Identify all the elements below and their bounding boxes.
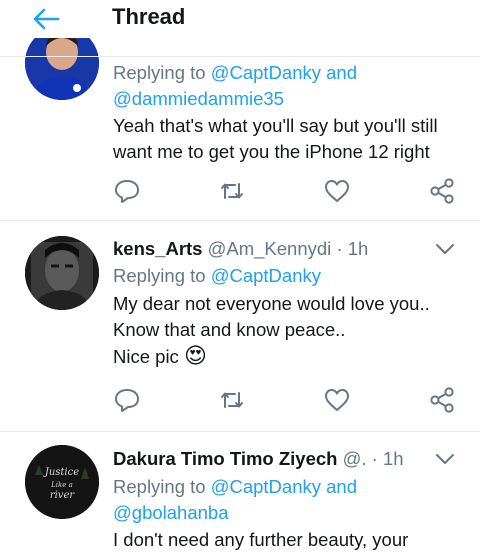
- top-bar: Thread: [0, 0, 480, 38]
- user-handle[interactable]: @.: [343, 448, 367, 469]
- mention-link[interactable]: @gbolahanba: [113, 500, 229, 526]
- action-bar: [0, 176, 480, 206]
- avatar-caption: river: [50, 490, 76, 501]
- timestamp[interactable]: 1h: [383, 448, 404, 469]
- page-title: Thread: [112, 4, 186, 29]
- back-arrow-icon[interactable]: [30, 6, 62, 32]
- avatar[interactable]: [25, 236, 99, 310]
- display-name[interactable]: kens_Arts: [113, 238, 202, 259]
- share-icon[interactable]: [427, 176, 457, 206]
- action-bar: [0, 385, 480, 415]
- tweet-text: Know that and know peace..: [113, 319, 346, 340]
- tweet-text: I don't need any further beauty, your: [113, 529, 409, 550]
- like-icon[interactable]: [322, 385, 352, 415]
- mention-link[interactable]: @CaptDanky: [211, 265, 321, 286]
- mention-link[interactable]: @CaptDanky and: [211, 476, 357, 497]
- tweet-text: want me to get you the iPhone 12 right: [113, 141, 430, 162]
- header-divider: [0, 56, 480, 57]
- avatar-caption: Like a: [50, 481, 73, 489]
- mention-link[interactable]: @dammiedammie35: [113, 86, 284, 112]
- reply-icon[interactable]: [112, 176, 142, 206]
- separator-dot: ·: [371, 448, 378, 469]
- avatar[interactable]: Justice Like a river: [25, 445, 99, 519]
- avatar-caption: Justice: [43, 467, 79, 478]
- timestamp[interactable]: 1h: [348, 238, 369, 259]
- retweet-icon[interactable]: [217, 176, 247, 206]
- tweet-text: Nice pic: [113, 346, 179, 367]
- user-handle[interactable]: @Am_Kennydi: [208, 238, 332, 259]
- mention-link[interactable]: @CaptDanky and: [211, 62, 357, 83]
- separator-dot: ·: [336, 238, 343, 259]
- chevron-down-icon[interactable]: [434, 452, 456, 466]
- divider: [0, 431, 480, 432]
- chevron-down-icon[interactable]: [434, 242, 456, 256]
- display-name[interactable]: Dakura Timo Timo Ziyech: [113, 448, 337, 469]
- like-icon[interactable]: [322, 176, 352, 206]
- retweet-icon[interactable]: [217, 385, 247, 415]
- heart-eyes-emoji: 😍: [183, 344, 207, 369]
- reply-icon[interactable]: [112, 385, 142, 415]
- tweet-text: Yeah that's what you'll say but you'll s…: [113, 115, 438, 136]
- replying-to-label: Replying to: [113, 476, 206, 497]
- tweet-text: My dear not everyone would love you..: [113, 293, 430, 314]
- divider: [0, 220, 480, 221]
- share-icon[interactable]: [427, 385, 457, 415]
- replying-to-label: Replying to: [113, 62, 206, 83]
- replying-to-label: Replying to: [113, 265, 206, 286]
